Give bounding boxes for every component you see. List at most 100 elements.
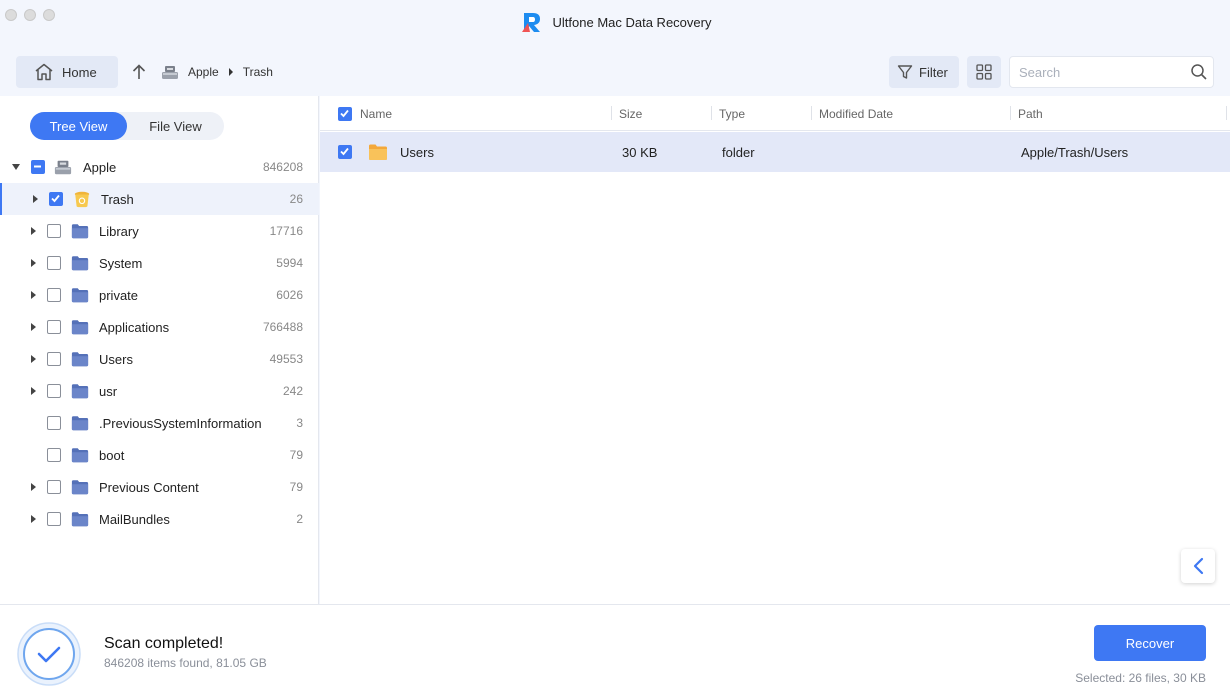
folder-icon	[71, 288, 89, 303]
item-count: 49553	[269, 352, 303, 366]
tree-row-previous-content[interactable]: Previous Content 79	[0, 471, 319, 503]
expand-caret-right-icon[interactable]	[28, 514, 38, 524]
item-count: 3	[296, 416, 303, 430]
tree-label: usr	[99, 383, 118, 399]
folder-icon	[71, 320, 89, 335]
folder-icon	[71, 448, 89, 463]
tree-row-mailbundles[interactable]: MailBundles 2	[0, 503, 319, 535]
expand-caret-right-icon[interactable]	[28, 354, 38, 364]
breadcrumb: Apple Trash	[160, 56, 273, 88]
scan-complete-icon	[17, 622, 81, 686]
row-checkbox[interactable]	[338, 145, 352, 159]
app-title-group: Ultfone Mac Data Recovery	[0, 9, 1230, 35]
item-count: 6026	[276, 288, 303, 302]
toolbar: Home Apple Trash Filter	[0, 56, 1230, 88]
checkbox-users[interactable]	[47, 352, 61, 366]
home-button[interactable]: Home	[16, 56, 118, 88]
item-count: 846208	[262, 160, 303, 174]
folder-cell-icon	[368, 132, 388, 172]
item-count: 17716	[269, 224, 303, 238]
expand-caret-right-icon[interactable]	[28, 322, 38, 332]
tree-row-apple[interactable]: Apple 846208	[0, 151, 319, 183]
checkbox-private[interactable]	[47, 288, 61, 302]
expand-caret-right-icon[interactable]	[28, 482, 38, 492]
tree-row-library[interactable]: Library 17716	[0, 215, 319, 247]
checkbox-system[interactable]	[47, 256, 61, 270]
tree-row-usr[interactable]: usr 242	[0, 375, 319, 407]
item-count: 79	[289, 480, 303, 494]
breadcrumb-item-trash[interactable]: Trash	[243, 65, 273, 79]
tree-row-trash[interactable]: Trash 26	[0, 183, 319, 215]
status-footer: Scan completed! 846208 items found, 81.0…	[0, 604, 1230, 700]
column-divider[interactable]	[811, 106, 812, 120]
tree-row-users[interactable]: Users 49553	[0, 343, 319, 375]
column-divider[interactable]	[1226, 106, 1227, 120]
tree-row-private[interactable]: private 6026	[0, 279, 319, 311]
checkbox-trash[interactable]	[49, 192, 63, 206]
tree-label: Applications	[99, 319, 170, 335]
expand-caret-down-icon[interactable]	[11, 162, 21, 172]
checkbox-boot[interactable]	[47, 448, 61, 462]
tree-row-previoussysteminformation[interactable]: .PreviousSystemInformation 3	[0, 407, 319, 439]
arrow-up-icon	[132, 64, 146, 79]
tree-label: Trash	[101, 191, 134, 207]
checkbox-applications[interactable]	[47, 320, 61, 334]
filter-button[interactable]: Filter	[889, 56, 959, 88]
checkbox-previoussysteminformation[interactable]	[47, 416, 61, 430]
table-row[interactable]: Users 30 KB folder Apple/Trash/Users	[320, 132, 1230, 172]
item-count: 26	[289, 192, 303, 206]
tree-row-applications[interactable]: Applications 766488	[0, 311, 319, 343]
view-toggle: Tree View File View	[30, 112, 224, 140]
expand-caret-right-icon[interactable]	[28, 258, 38, 268]
column-header-modified-date[interactable]: Modified Date	[819, 96, 893, 131]
expand-caret-right-icon[interactable]	[30, 194, 40, 204]
search-input[interactable]	[1010, 57, 1180, 87]
expand-caret-right-icon[interactable]	[28, 290, 38, 300]
cell-type: folder	[722, 144, 755, 160]
item-count: 5994	[276, 256, 303, 270]
disk-icon	[162, 66, 178, 79]
column-header-path[interactable]: Path	[1018, 96, 1043, 131]
disk-icon	[54, 160, 72, 175]
row-checkbox-cell	[338, 132, 352, 172]
select-all-checkbox[interactable]	[338, 106, 352, 121]
folder-icon	[71, 224, 89, 239]
scan-status-detail: 846208 items found, 81.05 GB	[104, 656, 267, 670]
tree-row-system[interactable]: System 5994	[0, 247, 319, 279]
search-icon[interactable]	[1190, 63, 1208, 81]
expand-caret-right-icon[interactable]	[28, 386, 38, 396]
up-directory-button[interactable]	[128, 60, 150, 84]
cell-name: Users	[400, 144, 434, 160]
recover-button[interactable]: Recover	[1094, 625, 1206, 661]
tab-tree-view[interactable]: Tree View	[30, 112, 127, 140]
expand-caret-right-icon[interactable]	[28, 226, 38, 236]
grid-view-button[interactable]	[967, 56, 1001, 88]
collapse-panel-button[interactable]	[1181, 549, 1215, 583]
tree-label: .PreviousSystemInformation	[99, 415, 262, 431]
column-header-type[interactable]: Type	[719, 96, 745, 131]
folder-icon	[71, 352, 89, 367]
column-divider[interactable]	[611, 106, 612, 120]
search-box	[1009, 56, 1214, 88]
tree-label: private	[99, 287, 139, 303]
tree-row-boot[interactable]: boot 79	[0, 439, 319, 471]
tree-label: boot	[99, 447, 125, 463]
home-label: Home	[62, 64, 97, 80]
select-all-checkbox-cell	[338, 96, 352, 131]
checkbox-usr[interactable]	[47, 384, 61, 398]
breadcrumb-item-apple[interactable]: Apple	[188, 65, 219, 79]
file-list-panel: Name Size Type Modified Date Path Users …	[320, 96, 1230, 604]
selection-summary: Selected: 26 files, 30 KB	[1075, 671, 1206, 685]
checkbox-apple[interactable]	[31, 160, 45, 174]
item-count: 79	[289, 448, 303, 462]
item-count: 766488	[262, 320, 303, 334]
column-divider[interactable]	[711, 106, 712, 120]
checkbox-library[interactable]	[47, 224, 61, 238]
folder-icon	[369, 144, 387, 160]
checkbox-mailbundles[interactable]	[47, 512, 61, 526]
tab-file-view[interactable]: File View	[127, 112, 224, 140]
column-divider[interactable]	[1010, 106, 1011, 120]
column-header-size[interactable]: Size	[619, 96, 642, 131]
column-header-name[interactable]: Name	[360, 96, 392, 131]
checkbox-previous-content[interactable]	[47, 480, 61, 494]
